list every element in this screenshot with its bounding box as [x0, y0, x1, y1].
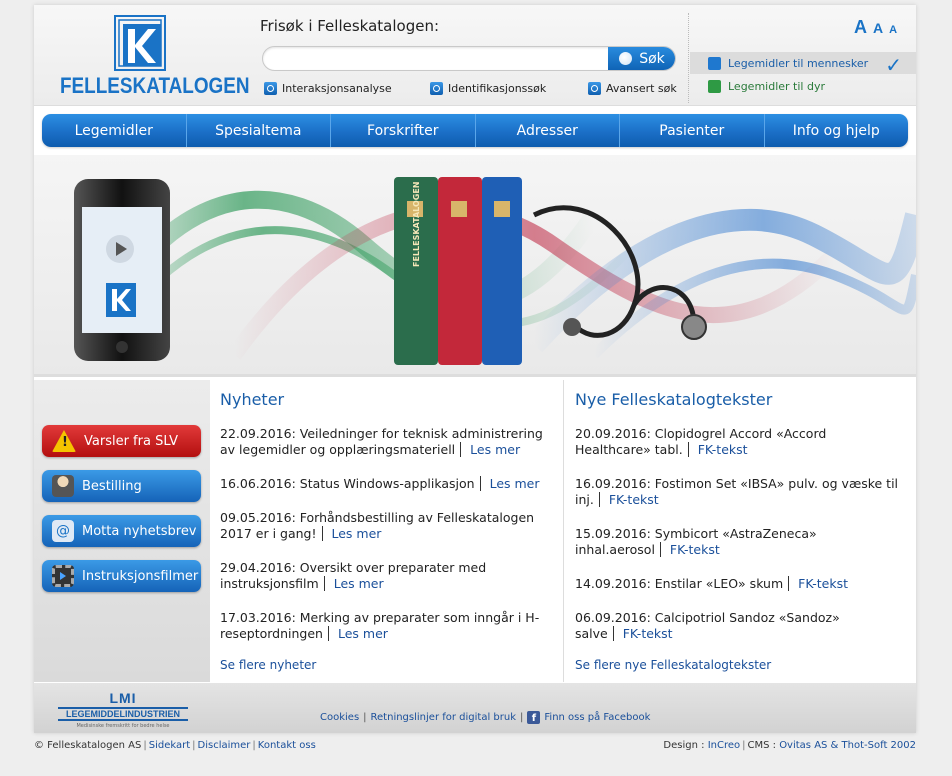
bottom-left: © Felleskatalogen AS | Sidekart | Disclaimer…	[34, 740, 316, 751]
read-more-link[interactable]: Les mer	[460, 442, 521, 457]
search-icon	[588, 82, 601, 95]
news-item: 16.06.2016: Status Windows-applikasjon Le…	[220, 476, 540, 491]
copyright: © Felleskatalogen AS	[34, 740, 142, 751]
person-icon	[708, 56, 721, 70]
search-input[interactable]	[263, 47, 603, 70]
target-human[interactable]: Legemidler til mennesker ✓	[690, 52, 916, 77]
logo-k-icon	[114, 15, 166, 71]
cms-link[interactable]: Ovitas AS & Thot-Soft 2002	[779, 740, 916, 751]
search-box: Søk	[262, 46, 676, 71]
search-icon	[619, 52, 633, 65]
motta-nyhetsbrev-button[interactable]: @ Motta nyhetsbrev	[42, 515, 201, 547]
search-icon	[430, 82, 443, 95]
main-nav: Legemidler Spesialtema Forskrifter Adres…	[42, 114, 908, 147]
text-item: 20.09.2016: Clopidogrel Accord «Accord H…	[575, 426, 827, 457]
bestilling-button[interactable]: Bestilling	[42, 470, 201, 502]
see-more-news-link[interactable]: Se flere nyheter	[220, 658, 316, 672]
read-more-link[interactable]: Les mer	[479, 476, 540, 491]
bottom-right: Design : InCreo | CMS : Ovitas AS & Thot-S…	[663, 740, 916, 751]
footer: LMI LEGEMIDDELINDUSTRIEN Medisinske frem…	[34, 683, 916, 733]
news-title: Nyheter	[220, 390, 285, 409]
new-texts-title: Nye Felleskatalogtekster	[575, 390, 773, 409]
fk-text-link[interactable]: FK-tekst	[687, 442, 748, 457]
design-link[interactable]: InCreo	[708, 740, 740, 751]
news-item: 22.09.2016: Veiledninger for teknisk adm…	[220, 426, 543, 457]
search-button-label: Søk	[639, 50, 665, 67]
news-item: 17.03.2016: Merking av preparater som in…	[220, 610, 540, 641]
target-animal[interactable]: Legemidler til dyr	[690, 75, 916, 97]
link-interaksjonsanalyse[interactable]: Interaksjonsanalyse	[264, 82, 392, 95]
disclaimer-link[interactable]: Disclaimer	[198, 740, 251, 751]
font-size-selector: A A A	[854, 17, 897, 38]
instruksjonsfilmer-button[interactable]: Instruksjonsfilmer	[42, 560, 201, 592]
logo[interactable]: FELLESKATALOGEN	[56, 15, 250, 99]
news-item: 09.05.2016: Forhåndsbestilling av Felles…	[220, 510, 535, 541]
film-icon	[52, 565, 74, 587]
varsler-fra-slv-button[interactable]: ! Varsler fra SLV	[42, 425, 201, 457]
read-more-link[interactable]: Les mer	[323, 576, 384, 591]
page-container: FELLESKATALOGEN Frisøk i Felleskatalogen…	[34, 5, 916, 733]
person-icon	[52, 475, 74, 497]
fk-text-link[interactable]: FK-tekst	[659, 542, 720, 557]
search-icon	[264, 82, 277, 95]
email-icon: @	[52, 520, 74, 542]
font-size-small[interactable]: A	[889, 24, 897, 36]
nav-pasienter[interactable]: Pasienter	[620, 114, 765, 147]
fk-text-link[interactable]: FK-tekst	[788, 576, 848, 591]
nav-info-og-hjelp[interactable]: Info og hjelp	[765, 114, 909, 147]
warning-icon: !	[52, 430, 76, 452]
nav-forskrifter[interactable]: Forskrifter	[331, 114, 476, 147]
read-more-link[interactable]: Les mer	[321, 526, 382, 541]
fk-text-link[interactable]: FK-tekst	[598, 492, 659, 507]
font-size-medium[interactable]: A	[873, 20, 883, 36]
font-size-large[interactable]: A	[854, 17, 867, 38]
book-spine-title: FELLESKATALOGEN	[412, 181, 421, 268]
sitemap-link[interactable]: Sidekart	[149, 740, 190, 751]
contact-link[interactable]: Kontakt oss	[258, 740, 316, 751]
see-more-texts-link[interactable]: Se flere nye Felleskatalogtekster	[575, 658, 771, 672]
text-item: 06.09.2016: Calcipotriol Sandoz «Sandoz»…	[575, 610, 840, 641]
lmi-logo[interactable]: LMI LEGEMIDDELINDUSTRIEN Medisinske frem…	[58, 690, 188, 729]
news-section: Nyheter 22.09.2016: Veiledninger for tek…	[210, 380, 564, 682]
search-button[interactable]: Søk	[608, 47, 675, 70]
text-item: 14.09.2016: Enstilar «LEO» skum FK-tekst	[575, 576, 848, 591]
banner: FELLESKATALOGEN	[34, 155, 916, 377]
cookies-link[interactable]: Cookies	[320, 712, 359, 723]
banner-image	[74, 177, 916, 365]
digital-guidelines-link[interactable]: Retningslinjer for digital bruk	[371, 712, 516, 723]
news-item: 29.04.2016: Oversikt over preparater med…	[220, 560, 487, 591]
fk-text-link[interactable]: FK-tekst	[612, 626, 673, 641]
link-identifikasjonssok[interactable]: Identifikasjonssøk	[430, 82, 546, 95]
sidebar: ! Varsler fra SLV Bestilling @ Motta nyh…	[34, 380, 210, 682]
header: FELLESKATALOGEN Frisøk i Felleskatalogen…	[34, 5, 916, 106]
logo-text: FELLESKATALOGEN	[60, 73, 250, 98]
new-texts-section: Nye Felleskatalogtekster 20.09.2016: Clo…	[565, 380, 916, 682]
read-more-link[interactable]: Les mer	[327, 626, 388, 641]
nav-adresser[interactable]: Adresser	[476, 114, 620, 147]
link-avansert-sok[interactable]: Avansert søk	[588, 82, 677, 95]
text-item: 16.09.2016: Fostimon Set «IBSA» pulv. og…	[575, 476, 899, 507]
nav-spesialtema[interactable]: Spesialtema	[187, 114, 331, 147]
nav-legemidler[interactable]: Legemidler	[42, 114, 187, 147]
footer-links: Cookies | Retningslinjer for digital bru…	[320, 711, 651, 724]
header-divider	[688, 13, 689, 103]
search-label: Frisøk i Felleskatalogen:	[260, 17, 440, 35]
checkmark-icon: ✓	[885, 53, 902, 77]
facebook-link[interactable]: Finn oss på Facebook	[544, 712, 650, 723]
text-item: 15.09.2016: Symbicort «AstraZeneca» inha…	[575, 526, 817, 557]
animal-icon	[708, 79, 721, 93]
facebook-icon: f	[527, 711, 541, 724]
